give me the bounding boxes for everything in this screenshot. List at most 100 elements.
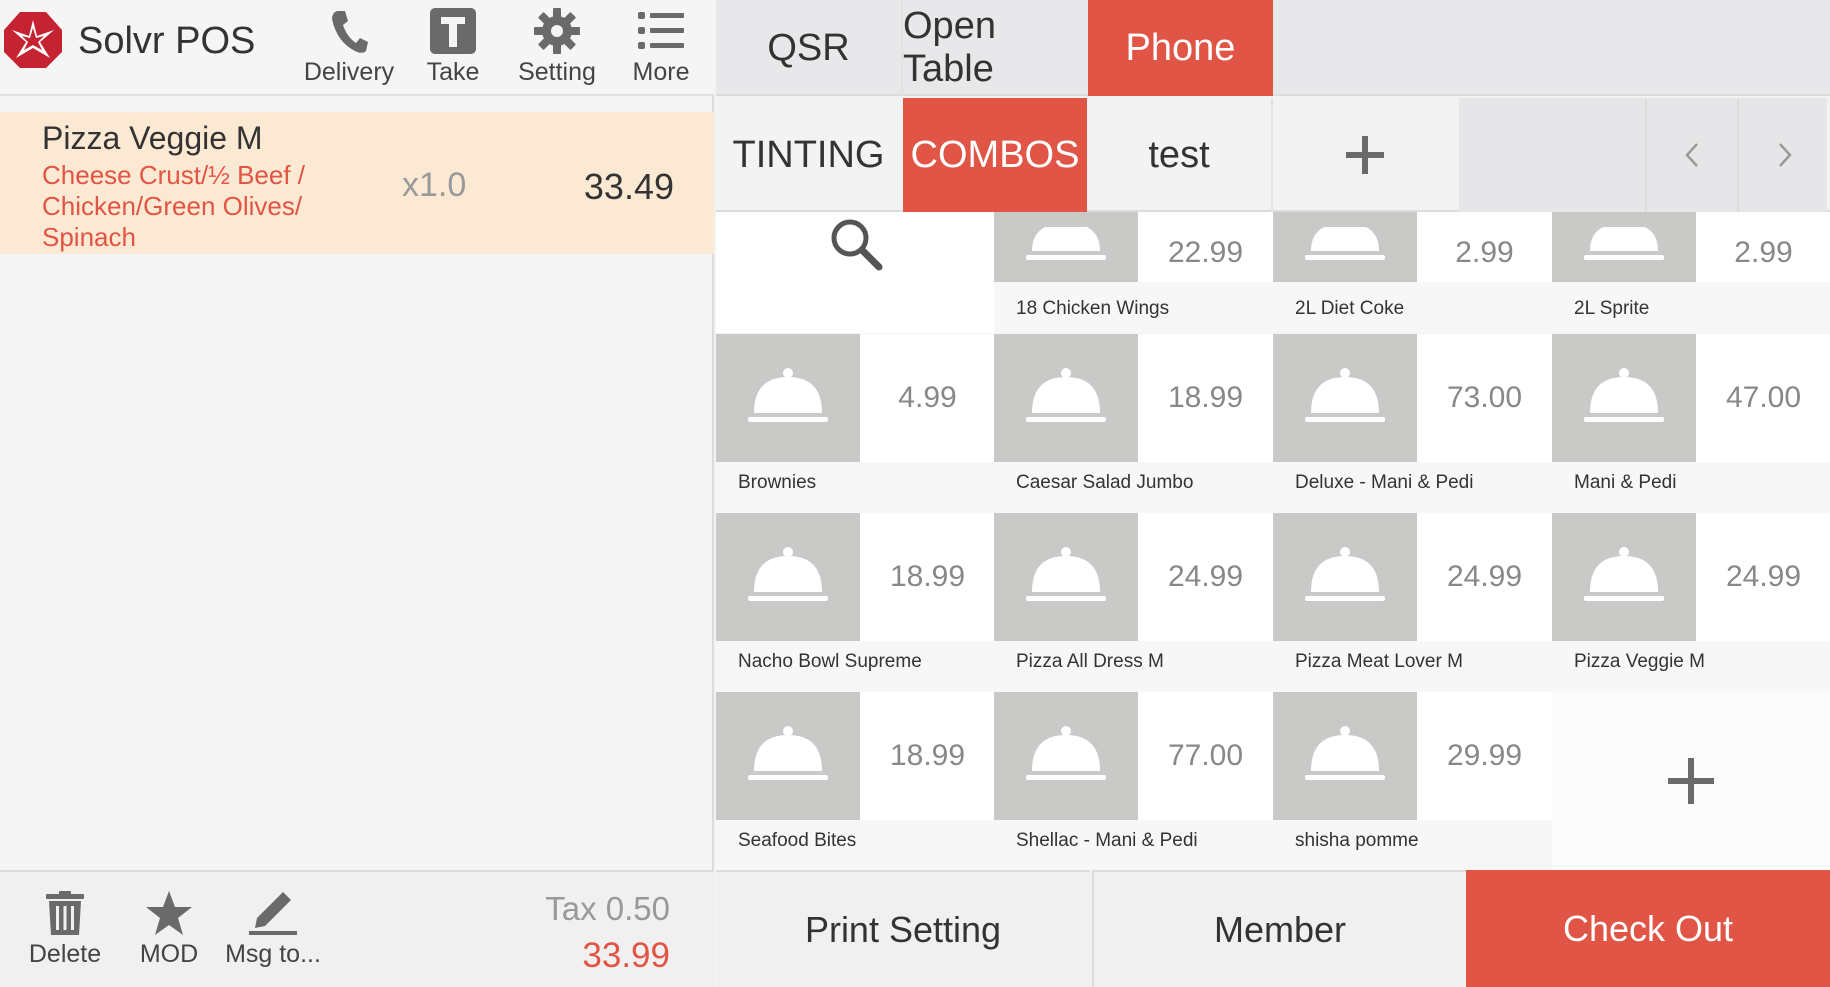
menu-item-tile[interactable]: 2.99 2L Diet Coke [1273,212,1552,333]
menu-item-tile[interactable]: 18.99 Seafood Bites [716,692,995,871]
take-label: Take [426,58,480,86]
menu-item-price: 77.00 [1138,692,1273,820]
cloche-icon [1552,334,1696,462]
menu-item-price: 18.99 [860,692,995,820]
menu-item-price: 24.99 [1696,513,1830,641]
print-setting-button[interactable]: Print Setting [716,870,1090,987]
menu-item-price: 18.99 [1138,334,1273,462]
plus-icon [1346,136,1384,174]
menu-item-tile[interactable]: 29.99 shisha pomme [1273,692,1552,871]
menu-item-name: shisha pomme [1295,830,1419,851]
menu-item-tile[interactable]: 47.00 Mani & Pedi [1552,334,1830,513]
check-out-button[interactable]: Check Out [1466,870,1830,987]
menu-item-price: 24.99 [1417,513,1552,641]
order-line-item[interactable]: Pizza Veggie M Cheese Crust/½ Beef / Chi… [0,112,714,254]
menu-item-price: 47.00 [1696,334,1830,462]
cloche-icon [716,513,860,641]
more-button[interactable]: More [609,4,713,92]
setting-button[interactable]: Setting [505,4,609,92]
tab-combos[interactable]: COMBOS [903,98,1087,212]
order-item-name: Pizza Veggie M [42,120,263,156]
menu-item-tile[interactable]: 77.00 Shellac - Mani & Pedi [994,692,1273,871]
cloche-icon [716,692,860,820]
menu-item-tile[interactable]: 22.99 18 Chicken Wings [994,212,1273,333]
menu-item-tile[interactable]: 18.99 Caesar Salad Jumbo [994,334,1273,513]
more-label: More [632,58,690,86]
setting-label: Setting [518,58,596,86]
tab-tinting[interactable]: TINTING [716,98,901,212]
gear-icon [505,4,609,58]
mod-button[interactable]: MOD [114,888,224,976]
pencil-icon [218,888,328,938]
previous-page-button[interactable] [1645,98,1737,212]
menu-item-price: 29.99 [1417,692,1552,820]
total-amount: 33.99 [582,936,670,975]
delete-label: Delete [28,940,102,968]
menu-item-tile[interactable]: 4.99 Brownies [716,334,995,513]
delivery-button[interactable]: Delivery [297,4,401,92]
cloche-icon [1273,334,1417,462]
order-mode-tabs: QSR Open Table Phone [716,0,1830,96]
menu-item-price: 18.99 [860,513,995,641]
member-button[interactable]: Member [1092,870,1466,987]
menu-panel: QSR Open Table Phone TINTING COMBOS test [716,0,1830,987]
tab-test[interactable]: test [1087,98,1271,212]
cloche-icon [994,212,1138,282]
order-item-modifiers: Cheese Crust/½ Beef / Chicken/Green Oliv… [42,160,306,252]
menu-item-name: Pizza All Dress M [1016,651,1164,672]
cloche-icon [1273,692,1417,820]
menu-item-name: Pizza Veggie M [1574,651,1705,672]
order-item-price: 33.49 [583,166,674,207]
star-icon [114,888,224,938]
cloche-icon [1273,212,1417,282]
search-icon [831,219,882,271]
search-button[interactable] [716,212,995,333]
menu-item-name: Caesar Salad Jumbo [1016,472,1194,493]
menu-item-name: 2L Sprite [1574,298,1650,319]
mod-label: MOD [139,940,199,968]
menu-item-price: 73.00 [1417,334,1552,462]
menu-item-name: 18 Chicken Wings [1016,298,1170,319]
add-item-button[interactable] [1551,691,1830,870]
order-panel: Solvr POS Delivery Take Setting More Piz… [0,0,714,987]
next-page-button[interactable] [1737,98,1830,212]
list-icon [609,4,713,58]
menu-item-tile[interactable]: 24.99 Pizza Veggie M [1552,513,1830,692]
menu-item-tile[interactable]: 24.99 Pizza Meat Lover M [1273,513,1552,692]
message-label: Msg to... [225,940,321,968]
menu-item-name: Brownies [738,472,817,493]
add-category-button[interactable] [1273,98,1457,212]
order-action-bar: Delete MOD Msg to... Tax 0.50 33.99 [0,870,714,987]
tab-open-table[interactable]: Open Table [903,0,1088,96]
menu-item-name: Mani & Pedi [1574,472,1677,493]
menu-item-price: 2.99 [1417,212,1552,282]
menu-item-tile[interactable]: 2.99 2L Sprite [1552,212,1830,333]
tax-amount: Tax 0.50 [545,890,670,927]
menu-item-price: 22.99 [1138,212,1273,282]
cloche-icon [1552,212,1696,282]
cloche-icon [994,334,1138,462]
menu-item-tile[interactable]: 18.99 Nacho Bowl Supreme [716,513,995,692]
plus-icon [1667,757,1714,804]
tab-phone[interactable]: Phone [1088,0,1273,96]
trash-icon [10,888,120,938]
menu-item-name: Pizza Meat Lover M [1295,651,1463,672]
pos-app: Solvr POS Delivery Take Setting More Piz… [0,0,1830,987]
tab-qsr[interactable]: QSR [716,0,901,96]
cloche-icon [1273,513,1417,641]
cloche-icon [716,334,860,462]
menu-item-name: Shellac - Mani & Pedi [1016,830,1198,851]
menu-item-grid: 22.99 18 Chicken Wings 2.99 2L Diet Coke 2.9… [716,212,1830,871]
phone-icon [297,4,401,58]
chevron-right-icon [1778,143,1792,167]
take-button[interactable]: Take [401,4,505,92]
menu-item-tile[interactable]: 73.00 Deluxe - Mani & Pedi [1273,334,1552,513]
menu-item-name: 2L Diet Coke [1295,298,1405,319]
menu-item-tile[interactable]: 24.99 Pizza All Dress M [994,513,1273,692]
top-toolbar: Solvr POS Delivery Take Setting More [0,0,714,96]
bottom-actions: Print Setting Member Check Out [716,870,1830,987]
cloche-icon [994,513,1138,641]
message-button[interactable]: Msg to... [218,888,328,976]
order-item-quantity: x1.0 [402,166,467,204]
delete-button[interactable]: Delete [10,888,120,976]
